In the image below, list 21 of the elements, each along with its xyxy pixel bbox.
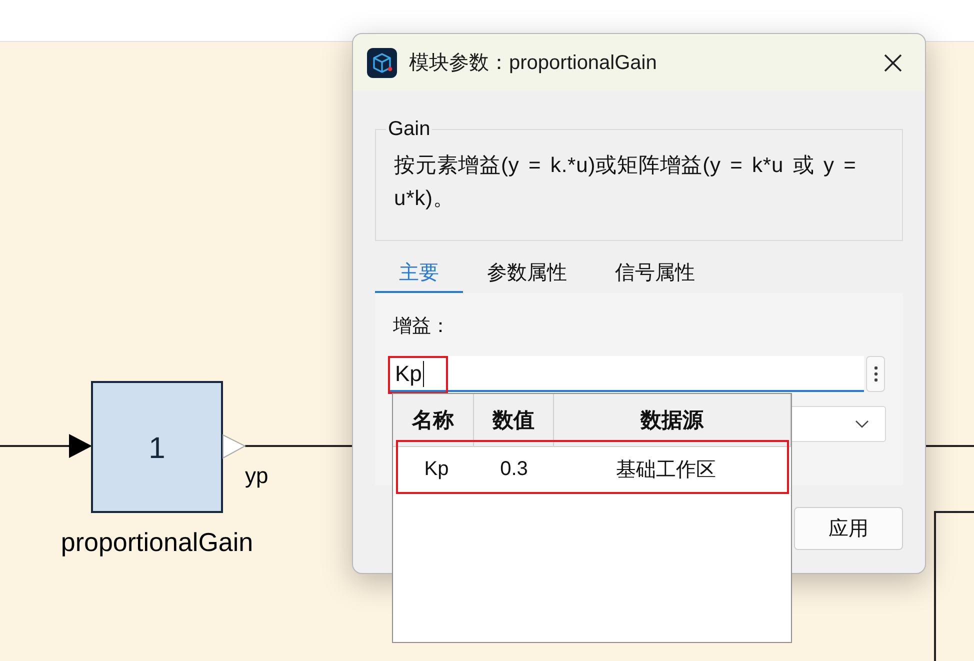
chevron-down-icon — [855, 420, 869, 428]
tab[interactable]: 参数属性 — [463, 259, 591, 293]
cube-icon — [367, 48, 397, 78]
table-cell-text: 0.3 — [499, 456, 529, 482]
tab[interactable]: 信号属性 — [591, 259, 719, 293]
block-name: proportionalGain — [60, 527, 254, 557]
gain-input-field[interactable]: Kp — [389, 356, 864, 392]
suggestion-row[interactable]: Kp 0.3 基础工作区 — [399, 447, 785, 491]
more-icon — [874, 365, 878, 383]
group-title: Gain — [387, 118, 432, 141]
field-label: 增益： — [393, 315, 451, 339]
table-cell-text: Kp — [423, 456, 450, 482]
apply-button[interactable]: 应用 — [794, 507, 903, 550]
window-title: 模块参数：proportionalGain — [409, 51, 658, 76]
port-label: yp — [245, 463, 268, 488]
table-cell-text: 基础工作区 — [615, 458, 717, 482]
close-icon — [883, 52, 903, 72]
more-options-button[interactable] — [866, 356, 885, 392]
description-text: 按元素增益(y = k.*u)或矩阵增益(y = k*u 或 y = u*k)。 — [394, 153, 858, 212]
text-cursor — [422, 361, 424, 387]
block-value: 1 — [148, 432, 166, 465]
